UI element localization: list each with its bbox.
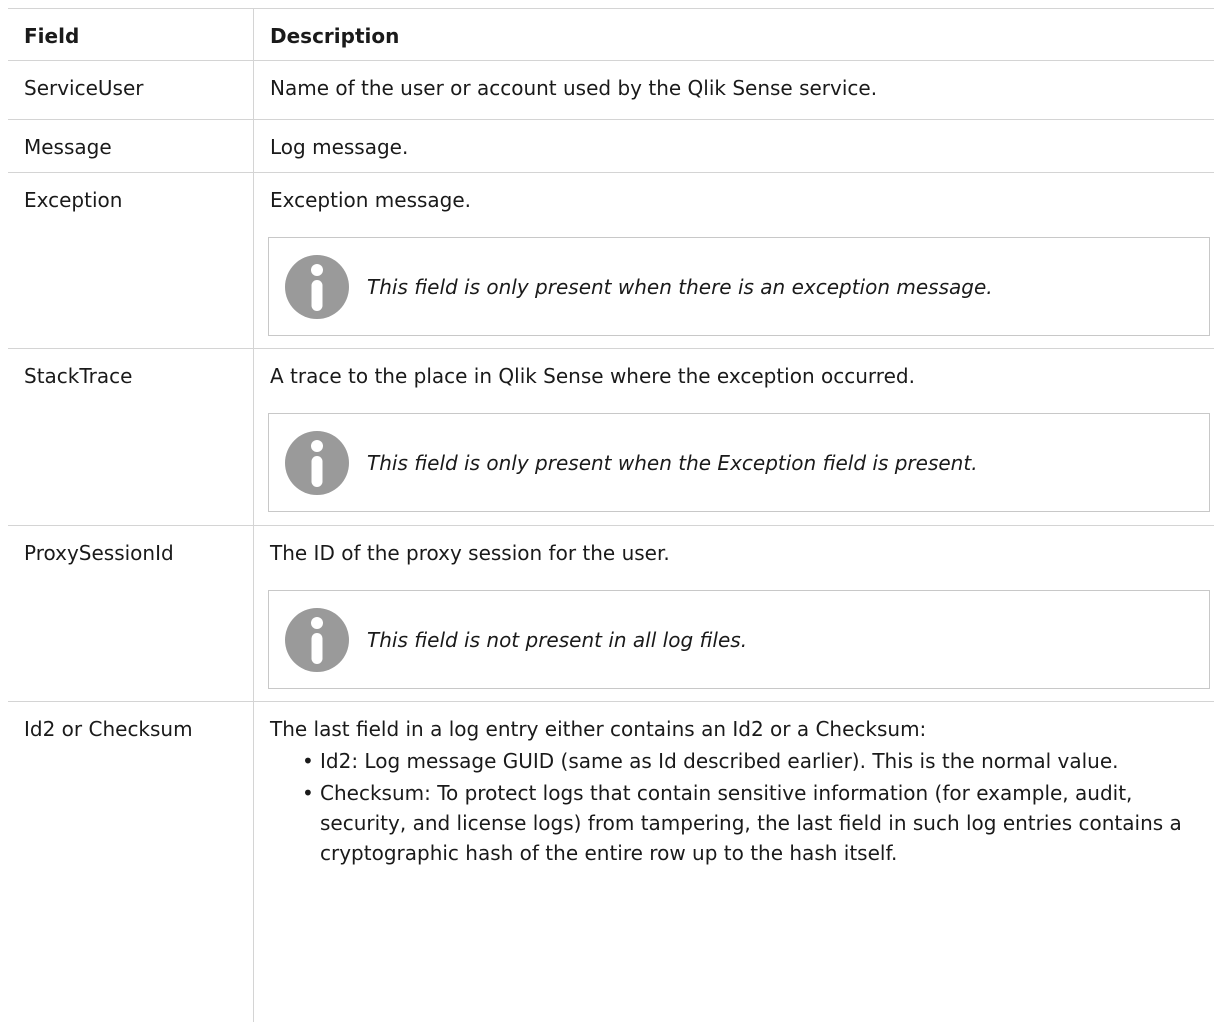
field-description: The last field in a log entry either con…	[270, 717, 927, 741]
table-row: Message Log message.	[8, 120, 1214, 173]
bullet-list: Id2: Log message GUID (same as Id descri…	[270, 746, 1202, 868]
field-description: Name of the user or account used by the …	[270, 76, 878, 100]
note-text: This field is only present when the Exce…	[367, 450, 978, 475]
note-text: This field is only present when there is…	[367, 274, 993, 299]
info-icon	[285, 607, 349, 672]
note-box: This field is only present when the Exce…	[268, 413, 1210, 512]
field-name: ProxySessionId	[8, 526, 254, 701]
table-row: Exception Exception message. This field …	[8, 173, 1214, 349]
table-row: ServiceUser Name of the user or account …	[8, 61, 1214, 120]
header-field: Field	[8, 9, 254, 60]
table-row: Id2 or Checksum The last field in a log …	[8, 702, 1214, 1022]
field-name: Message	[8, 120, 254, 172]
field-description: Exception message.	[270, 188, 472, 212]
note-box: This field is only present when there is…	[268, 237, 1210, 336]
fields-table: Field Description ServiceUser Name of th…	[8, 8, 1214, 1022]
header-description: Description	[270, 24, 400, 48]
table-row: ProxySessionId The ID of the proxy sessi…	[8, 526, 1214, 702]
field-name: StackTrace	[8, 349, 254, 525]
info-icon	[285, 430, 349, 495]
field-name: Exception	[8, 173, 254, 348]
field-description: Log message.	[270, 135, 409, 159]
note-box: This field is not present in all log fil…	[268, 590, 1210, 689]
field-description: The ID of the proxy session for the user…	[270, 541, 670, 565]
field-name: Id2 or Checksum	[8, 702, 254, 1022]
list-item: Checksum: To protect logs that contain s…	[302, 778, 1202, 868]
field-description: A trace to the place in Qlik Sense where…	[270, 364, 915, 388]
field-name: ServiceUser	[8, 61, 254, 119]
table-header-row: Field Description	[8, 9, 1214, 61]
list-item: Id2: Log message GUID (same as Id descri…	[302, 746, 1202, 776]
note-text: This field is not present in all log fil…	[367, 627, 748, 652]
table-row: StackTrace A trace to the place in Qlik …	[8, 349, 1214, 526]
info-icon	[285, 254, 349, 319]
